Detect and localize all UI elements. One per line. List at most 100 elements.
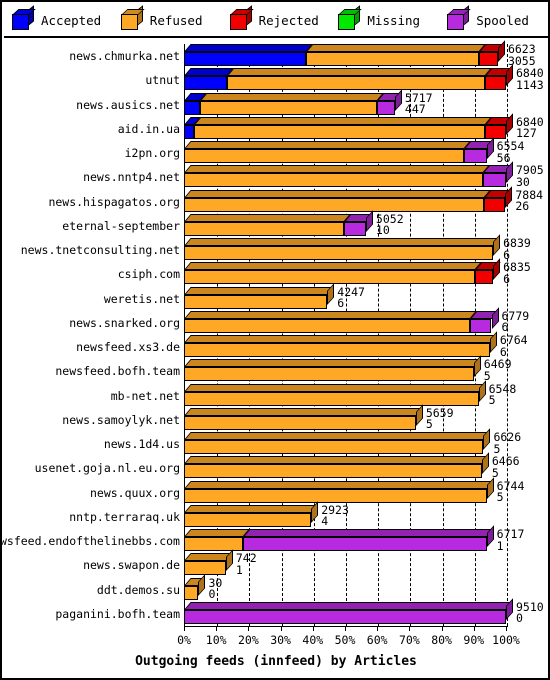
bar-row: 6548 5 bbox=[184, 379, 548, 407]
bar-segment-refused bbox=[227, 76, 486, 91]
bar-segment-refused bbox=[184, 537, 244, 551]
bar-row: 4247 6 bbox=[184, 282, 548, 310]
stacked-bar bbox=[184, 282, 335, 309]
bar-value-labels: 5659 5 bbox=[425, 407, 454, 432]
bar-row: 30 0 bbox=[184, 573, 548, 600]
bar-segment-spooled bbox=[469, 318, 492, 333]
stacked-bar bbox=[184, 597, 513, 624]
bar-value-labels: 4247 6 bbox=[337, 286, 365, 310]
y-axis-label: ddt.demos.su bbox=[96, 582, 180, 597]
stacked-bar bbox=[184, 185, 513, 212]
x-axis-tick-label: 50% bbox=[334, 633, 356, 647]
cube-icon bbox=[229, 5, 254, 30]
bar-row: 6469 5 bbox=[184, 355, 548, 382]
y-axis-label: i2pn.org bbox=[124, 146, 180, 160]
bar-secondary-value: 5 bbox=[491, 465, 499, 480]
bar-segment-refused bbox=[184, 270, 475, 285]
stacked-bar bbox=[184, 403, 423, 430]
x-axis-tick-label: 10% bbox=[205, 633, 227, 647]
legend-label: Missing bbox=[367, 12, 421, 28]
bar-secondary-value: 6 bbox=[337, 296, 345, 310]
x-axis-tick-label: 100% bbox=[492, 633, 520, 647]
cube-icon bbox=[447, 5, 471, 30]
bar-segment-refused bbox=[184, 343, 490, 357]
legend-label: Spooled bbox=[476, 12, 529, 28]
bar-secondary-value: 5 bbox=[425, 417, 433, 432]
stacked-bar bbox=[184, 306, 499, 333]
bar-segment-spooled bbox=[376, 100, 395, 115]
bar-value-labels: 6626 5 bbox=[493, 431, 521, 455]
bar-segment-top-refused bbox=[184, 456, 489, 465]
bar-row: 2923 4 bbox=[184, 500, 548, 527]
bars-container: 6623 3055 6840 1143 5717 447 6840 127 6554 56 7905… bbox=[184, 38, 548, 626]
bar-segment-top-refused bbox=[193, 116, 492, 125]
bar-value-labels: 7905 30 bbox=[516, 165, 544, 188]
bar-value-labels: 6764 6 bbox=[500, 334, 528, 358]
bar-value-labels: 6840 1143 bbox=[516, 68, 544, 91]
bar-segment-top-refused bbox=[199, 92, 384, 101]
x-axis-tick bbox=[345, 626, 346, 631]
y-axis-label: utnut bbox=[145, 73, 180, 88]
bar-segment-refused bbox=[184, 294, 328, 309]
cube-icon bbox=[338, 5, 363, 30]
bar-secondary-value: 5 bbox=[488, 393, 496, 407]
bar-segment-rejected bbox=[485, 76, 506, 91]
legend-item-refused: Refused bbox=[113, 5, 222, 30]
bar-row: 6466 5 bbox=[184, 452, 548, 480]
stacked-bar bbox=[184, 88, 402, 115]
y-axis-label: usenet.goja.nl.eu.org bbox=[34, 461, 180, 476]
y-axis-label: news.samoylyk.net bbox=[62, 412, 180, 427]
bar-secondary-value: 447 bbox=[404, 102, 426, 116]
x-axis-title: Outgoing feeds (innfeed) by Articles bbox=[135, 654, 417, 669]
legend-item-missing: Missing bbox=[330, 5, 439, 30]
bar-segment-top-refused bbox=[184, 335, 497, 343]
bar-row: 6626 5 bbox=[184, 428, 548, 455]
stacked-bar bbox=[184, 355, 481, 382]
bar-end-cap bbox=[486, 476, 494, 499]
y-axis-label: newsfeed.xs3.de bbox=[76, 340, 180, 354]
bar-row: 7905 30 bbox=[184, 161, 548, 188]
bar-row: 742 1 bbox=[184, 549, 548, 575]
bar-value-labels: 6835 6 bbox=[503, 262, 531, 285]
y-axis-label: news.ausics.net bbox=[76, 97, 180, 112]
bar-segment-top-refused bbox=[184, 262, 482, 271]
bar-segment-top-refused bbox=[184, 359, 481, 368]
y-axis-label: news.quux.org bbox=[89, 485, 180, 500]
x-axis-tick bbox=[377, 626, 379, 631]
x-axis-tick-label: 60% bbox=[366, 633, 388, 647]
x-axis-tick bbox=[441, 626, 443, 631]
bar-segment-top-refused bbox=[184, 310, 477, 319]
x-axis-tick bbox=[473, 626, 475, 631]
y-axis-label: newsfeed.endofthelinebbs.com bbox=[0, 534, 180, 548]
bar-secondary-value: 10 bbox=[375, 223, 390, 238]
bar-segment-top-refused bbox=[184, 432, 491, 440]
x-axis-tick-label: 40% bbox=[302, 633, 324, 647]
bar-segment-rejected bbox=[474, 270, 494, 285]
bar-segment-rejected bbox=[485, 124, 506, 139]
y-axis-label: csiph.com bbox=[117, 267, 180, 282]
bar-row: 6717 1 bbox=[184, 525, 548, 553]
bar-secondary-value: 30 bbox=[516, 174, 530, 189]
legend-label: Rejected bbox=[258, 12, 319, 28]
bar-value-labels: 5052 10 bbox=[375, 213, 404, 238]
bar-value-labels: 5717 447 bbox=[404, 92, 433, 116]
y-axis-labels: news.chmurka.net utnut news.ausics.net aid.… bbox=[0, 38, 184, 626]
x-axis-tick-label: 70% bbox=[399, 633, 420, 647]
bar-segment-top-refused bbox=[306, 44, 486, 52]
x-axis-tick-label: 20% bbox=[238, 633, 259, 647]
stacked-bar bbox=[184, 573, 206, 600]
x-axis-tick-label: 0% bbox=[177, 633, 191, 647]
bar-segment-accepted bbox=[184, 124, 194, 139]
bar-segment-spooled bbox=[243, 537, 487, 551]
stacked-bar bbox=[184, 234, 501, 260]
bar-end-cap bbox=[394, 88, 402, 111]
bar-secondary-value: 1143 bbox=[516, 77, 544, 92]
bar-segment-spooled bbox=[463, 149, 487, 163]
bar-segment-top-refused bbox=[184, 480, 494, 489]
stacked-bar bbox=[184, 428, 491, 454]
bar-secondary-value: 1 bbox=[496, 538, 504, 553]
legend-item-spooled: Spooled bbox=[439, 5, 548, 30]
stacked-bar bbox=[184, 476, 494, 503]
y-axis-label: news.chmurka.net bbox=[69, 49, 180, 63]
bar-segment-accepted bbox=[184, 76, 228, 91]
